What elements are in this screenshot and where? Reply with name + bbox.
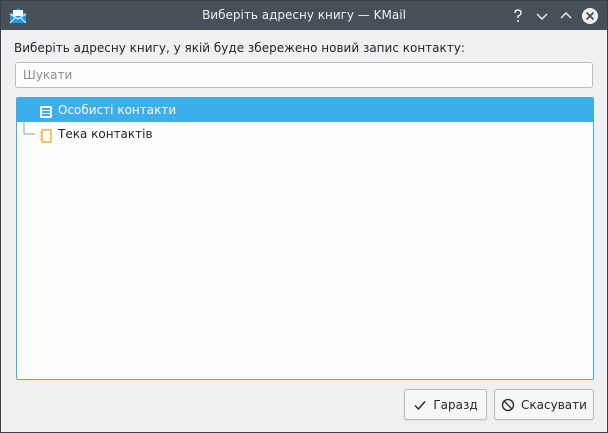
checkmark-icon — [414, 400, 426, 410]
close-icon[interactable] — [580, 6, 600, 26]
addressbook-tree[interactable]: Особисті контакти Тека контактів — [16, 97, 594, 380]
cancel-button[interactable]: Скасувати — [494, 389, 594, 420]
cancel-button-label: Скасувати — [521, 397, 587, 412]
tree-item-contacts-folder[interactable]: Тека контактів — [17, 122, 593, 146]
help-icon[interactable] — [508, 6, 528, 26]
search-input[interactable] — [15, 62, 593, 88]
folder-contacts-icon — [39, 127, 53, 143]
tree-item-label: Особисті контакти — [58, 103, 177, 117]
tree-item-label: Тека контактів — [58, 127, 153, 141]
tree-item-personal-contacts[interactable]: Особисті контакти — [17, 98, 593, 122]
ok-button-label: Гаразд — [433, 397, 478, 412]
addressbook-icon — [39, 103, 53, 118]
ok-button[interactable]: Гаразд — [404, 389, 487, 420]
dialog-window: Виберіть адресну книгу — KMail Виберіть … — [0, 0, 608, 433]
title-bar[interactable]: Виберіть адресну книгу — KMail — [1, 1, 607, 30]
maximize-icon[interactable] — [556, 6, 576, 26]
cancel-icon — [501, 398, 515, 411]
minimize-icon[interactable] — [532, 6, 552, 26]
dialog-prompt: Виберіть адресну книгу, у якій буде збер… — [14, 41, 465, 55]
